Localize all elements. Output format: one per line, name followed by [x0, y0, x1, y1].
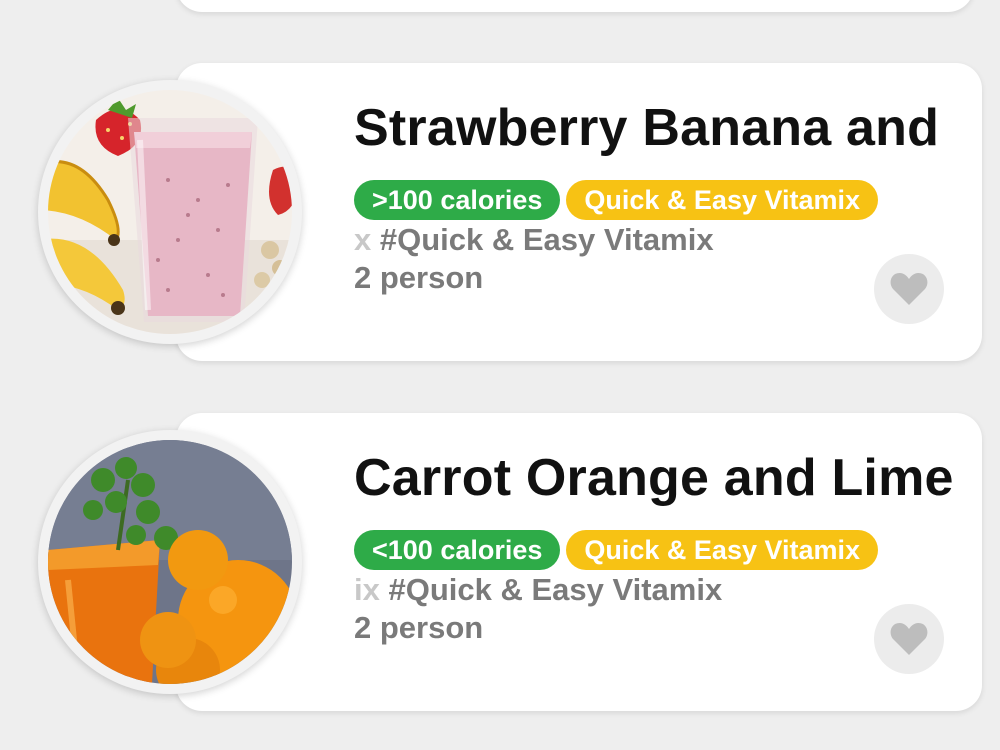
favorite-button[interactable] [874, 604, 944, 674]
recipe-list-screen: Strawberry Banana and >100 calories Quic… [0, 0, 1000, 750]
recipe-title[interactable]: Strawberry Banana and [354, 98, 939, 158]
recipe-title[interactable]: Carrot Orange and Lime [354, 448, 954, 508]
heart-icon [890, 273, 928, 305]
favorite-button[interactable] [874, 254, 944, 324]
strawberry-banana-smoothie-image [48, 90, 292, 334]
recipe-card-partial[interactable] [176, 0, 974, 12]
recipe-thumbnail[interactable] [38, 80, 302, 344]
category-tag: Quick & Easy Vitamix [566, 530, 879, 570]
recipe-serves: 2 person [354, 260, 484, 295]
calorie-tag: >100 calories [354, 180, 561, 220]
calorie-tag: <100 calories [354, 530, 561, 570]
recipe-serves: 2 person [354, 610, 484, 645]
recipe-hashtags: ix #Quick & Easy Vitamix [354, 572, 864, 608]
hashtag: #Quick & Easy Vitamix [379, 222, 714, 257]
recipe-hashtags: x #Quick & Easy Vitamix [354, 222, 864, 258]
hashtag-prefix: ix [354, 572, 380, 607]
carrot-orange-juice-image [48, 440, 292, 684]
recipe-tags: <100 calories Quick & Easy Vitamix [354, 530, 879, 570]
recipe-thumbnail[interactable] [38, 430, 302, 694]
hashtag: #Quick & Easy Vitamix [388, 572, 723, 607]
recipe-tags: >100 calories Quick & Easy Vitamix [354, 180, 879, 220]
hashtag-prefix: x [354, 222, 372, 257]
category-tag: Quick & Easy Vitamix [566, 180, 879, 220]
heart-icon [890, 623, 928, 655]
